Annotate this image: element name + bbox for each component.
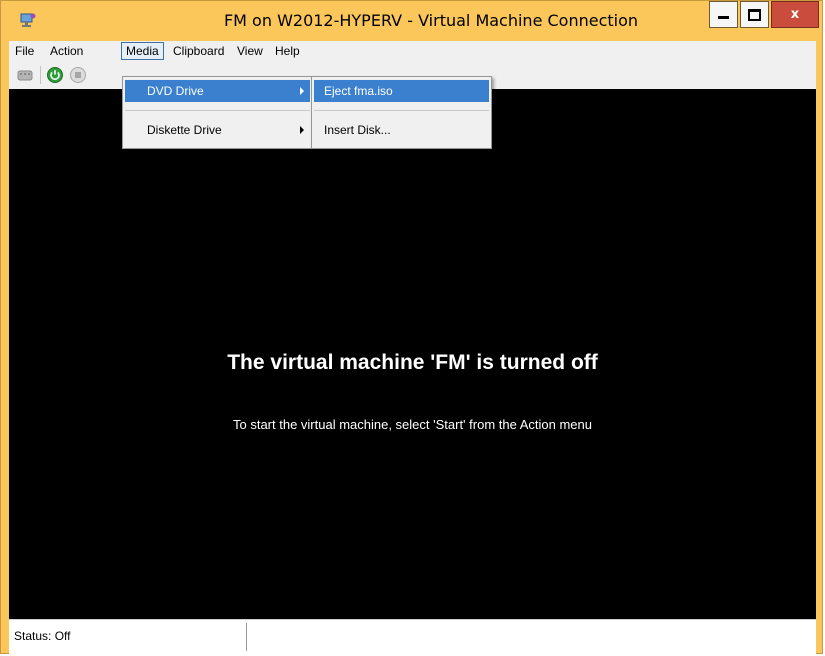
dvd-drive-submenu: Eject fma.iso Insert Disk... bbox=[311, 76, 492, 149]
menu-media[interactable]: Media bbox=[121, 42, 164, 60]
minimize-icon bbox=[718, 16, 729, 19]
submenu-arrow-icon bbox=[300, 87, 304, 95]
submenu-arrow-icon bbox=[300, 126, 304, 134]
status-divider bbox=[246, 623, 247, 651]
turn-off-icon[interactable] bbox=[70, 67, 86, 83]
status-text: Status: Off bbox=[14, 629, 71, 643]
menu-view[interactable]: View bbox=[233, 42, 267, 60]
vm-off-hint: To start the virtual machine, select 'St… bbox=[232, 417, 592, 432]
start-icon[interactable] bbox=[47, 67, 63, 83]
close-icon: x bbox=[790, 7, 800, 22]
minimize-button[interactable] bbox=[709, 1, 738, 28]
menu-item-dvd-drive[interactable]: DVD Drive bbox=[125, 80, 310, 102]
menu-help[interactable]: Help bbox=[271, 42, 304, 60]
menu-item-insert-disk[interactable]: Insert Disk... bbox=[314, 119, 489, 141]
vm-console[interactable]: The virtual machine 'FM' is turned off T… bbox=[9, 89, 816, 619]
menu-clipboard[interactable]: Clipboard bbox=[169, 42, 228, 60]
ctrl-alt-del-icon[interactable] bbox=[17, 67, 33, 83]
title-bar[interactable]: FM on W2012-HYPERV - Virtual Machine Con… bbox=[1, 1, 822, 41]
vm-connection-icon[interactable] bbox=[19, 12, 37, 28]
dvd-drive-label: DVD Drive bbox=[147, 84, 204, 98]
client-area: File Action Media Clipboard View Help Th… bbox=[9, 41, 816, 654]
toolbar-separator bbox=[40, 66, 41, 84]
window-title: FM on W2012-HYPERV - Virtual Machine Con… bbox=[223, 11, 639, 30]
menu-file[interactable]: File bbox=[11, 42, 38, 60]
vm-off-heading: The virtual machine 'FM' is turned off bbox=[227, 351, 598, 374]
media-menu: DVD Drive Diskette Drive bbox=[122, 76, 313, 149]
menu-item-eject-iso[interactable]: Eject fma.iso bbox=[314, 80, 489, 102]
menu-bar: File Action Media Clipboard View Help bbox=[9, 41, 816, 61]
close-button[interactable]: x bbox=[771, 1, 819, 28]
menu-action[interactable]: Action bbox=[46, 42, 87, 60]
vm-connection-window: FM on W2012-HYPERV - Virtual Machine Con… bbox=[0, 0, 823, 654]
menu-item-diskette-drive[interactable]: Diskette Drive bbox=[125, 119, 310, 141]
diskette-drive-label: Diskette Drive bbox=[147, 123, 222, 137]
status-bar: Status: Off bbox=[9, 619, 816, 654]
maximize-button[interactable] bbox=[740, 1, 769, 28]
maximize-icon bbox=[748, 8, 761, 21]
menu-separator bbox=[314, 110, 489, 111]
menu-separator bbox=[125, 110, 310, 111]
